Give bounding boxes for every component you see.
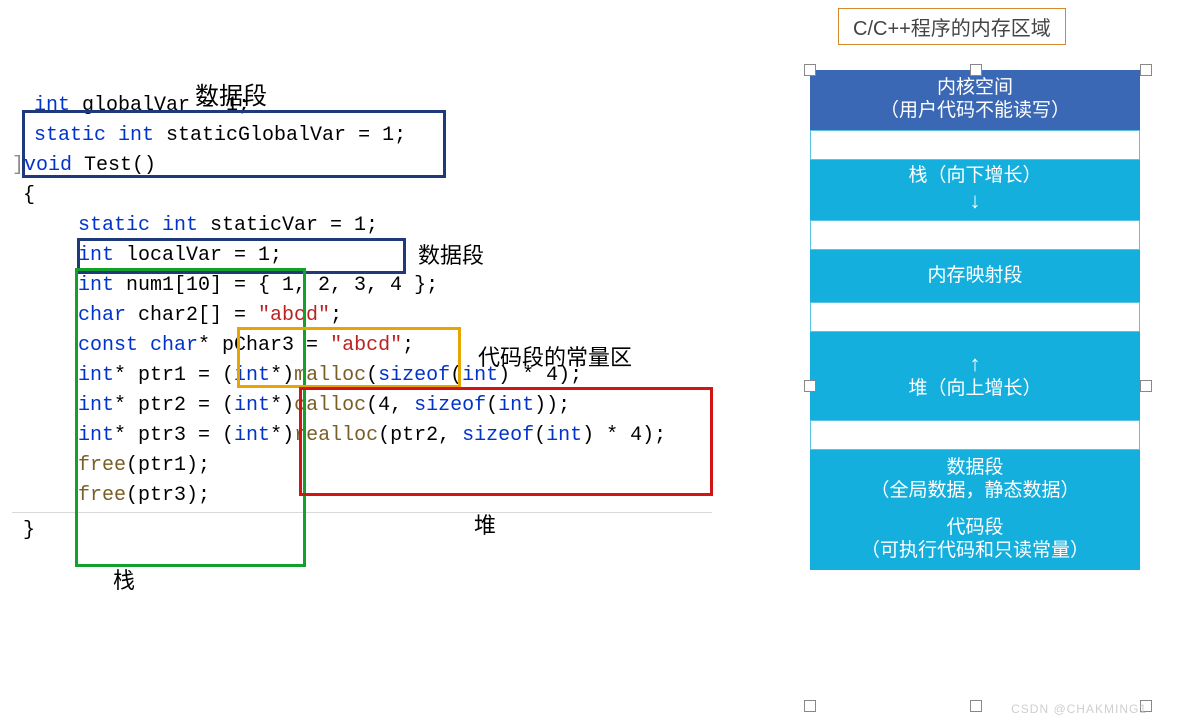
code-panel: int globalVar = 1; static int staticGlob… bbox=[12, 90, 772, 545]
mem-heap: ↑堆（向上增长） bbox=[810, 332, 1140, 420]
code-line: free(ptr3); bbox=[12, 480, 772, 510]
mem-kernel: 内核空间（用户代码不能读写） bbox=[810, 70, 1140, 130]
selection-handle[interactable] bbox=[804, 64, 816, 76]
code-line: int num1[10] = { 1, 2, 3, 4 }; bbox=[12, 270, 772, 300]
arrow-down-icon: ↓ bbox=[969, 188, 980, 213]
code-line: const char* pChar3 = "abcd"; bbox=[12, 330, 772, 360]
code-line: int* ptr2 = (int*)calloc(4, sizeof(int))… bbox=[12, 390, 772, 420]
selection-handle[interactable] bbox=[804, 700, 816, 712]
code-line: static int staticGlobalVar = 1; bbox=[12, 120, 772, 150]
mem-gap bbox=[810, 220, 1140, 250]
memory-title: C/C++程序的内存区域 bbox=[838, 8, 1066, 45]
code-line: } bbox=[12, 515, 772, 545]
mem-gap bbox=[810, 420, 1140, 450]
code-line: int* ptr1 = (int*)malloc(sizeof(int) * 4… bbox=[12, 360, 772, 390]
code-line: free(ptr1); bbox=[12, 450, 772, 480]
selection-handle[interactable] bbox=[970, 64, 982, 76]
mem-code-segment: 代码段（可执行代码和只读常量） bbox=[810, 510, 1140, 570]
mem-data-segment: 数据段（全局数据，静态数据） bbox=[810, 450, 1140, 510]
watermark: CSDN @CHAKMING1 bbox=[1011, 702, 1147, 716]
code-line: int localVar = 1; bbox=[12, 240, 772, 270]
selection-handle[interactable] bbox=[1140, 380, 1152, 392]
code-line: ]void Test() bbox=[12, 150, 772, 180]
selection-handle[interactable] bbox=[970, 700, 982, 712]
mem-stack: 栈（向下增长）↓ bbox=[810, 160, 1140, 220]
code-line: char char2[] = "abcd"; bbox=[12, 300, 772, 330]
selection-handle[interactable] bbox=[1140, 64, 1152, 76]
code-line: { bbox=[12, 180, 772, 210]
divider bbox=[12, 512, 712, 513]
mem-gap bbox=[810, 130, 1140, 160]
code-line: static int staticVar = 1; bbox=[12, 210, 772, 240]
mem-gap bbox=[810, 302, 1140, 332]
mem-mmap: 内存映射段 bbox=[810, 250, 1140, 302]
code-line: int* ptr3 = (int*)realloc(ptr2, sizeof(i… bbox=[12, 420, 772, 450]
memory-diagram: 内核空间（用户代码不能读写） 栈（向下增长）↓ 内存映射段 ↑堆（向上增长） 数… bbox=[810, 70, 1140, 570]
selection-handle[interactable] bbox=[804, 380, 816, 392]
code-line: int globalVar = 1; bbox=[12, 90, 772, 120]
label-stack: 栈 bbox=[113, 563, 135, 595]
arrow-up-icon: ↑ bbox=[969, 351, 980, 376]
